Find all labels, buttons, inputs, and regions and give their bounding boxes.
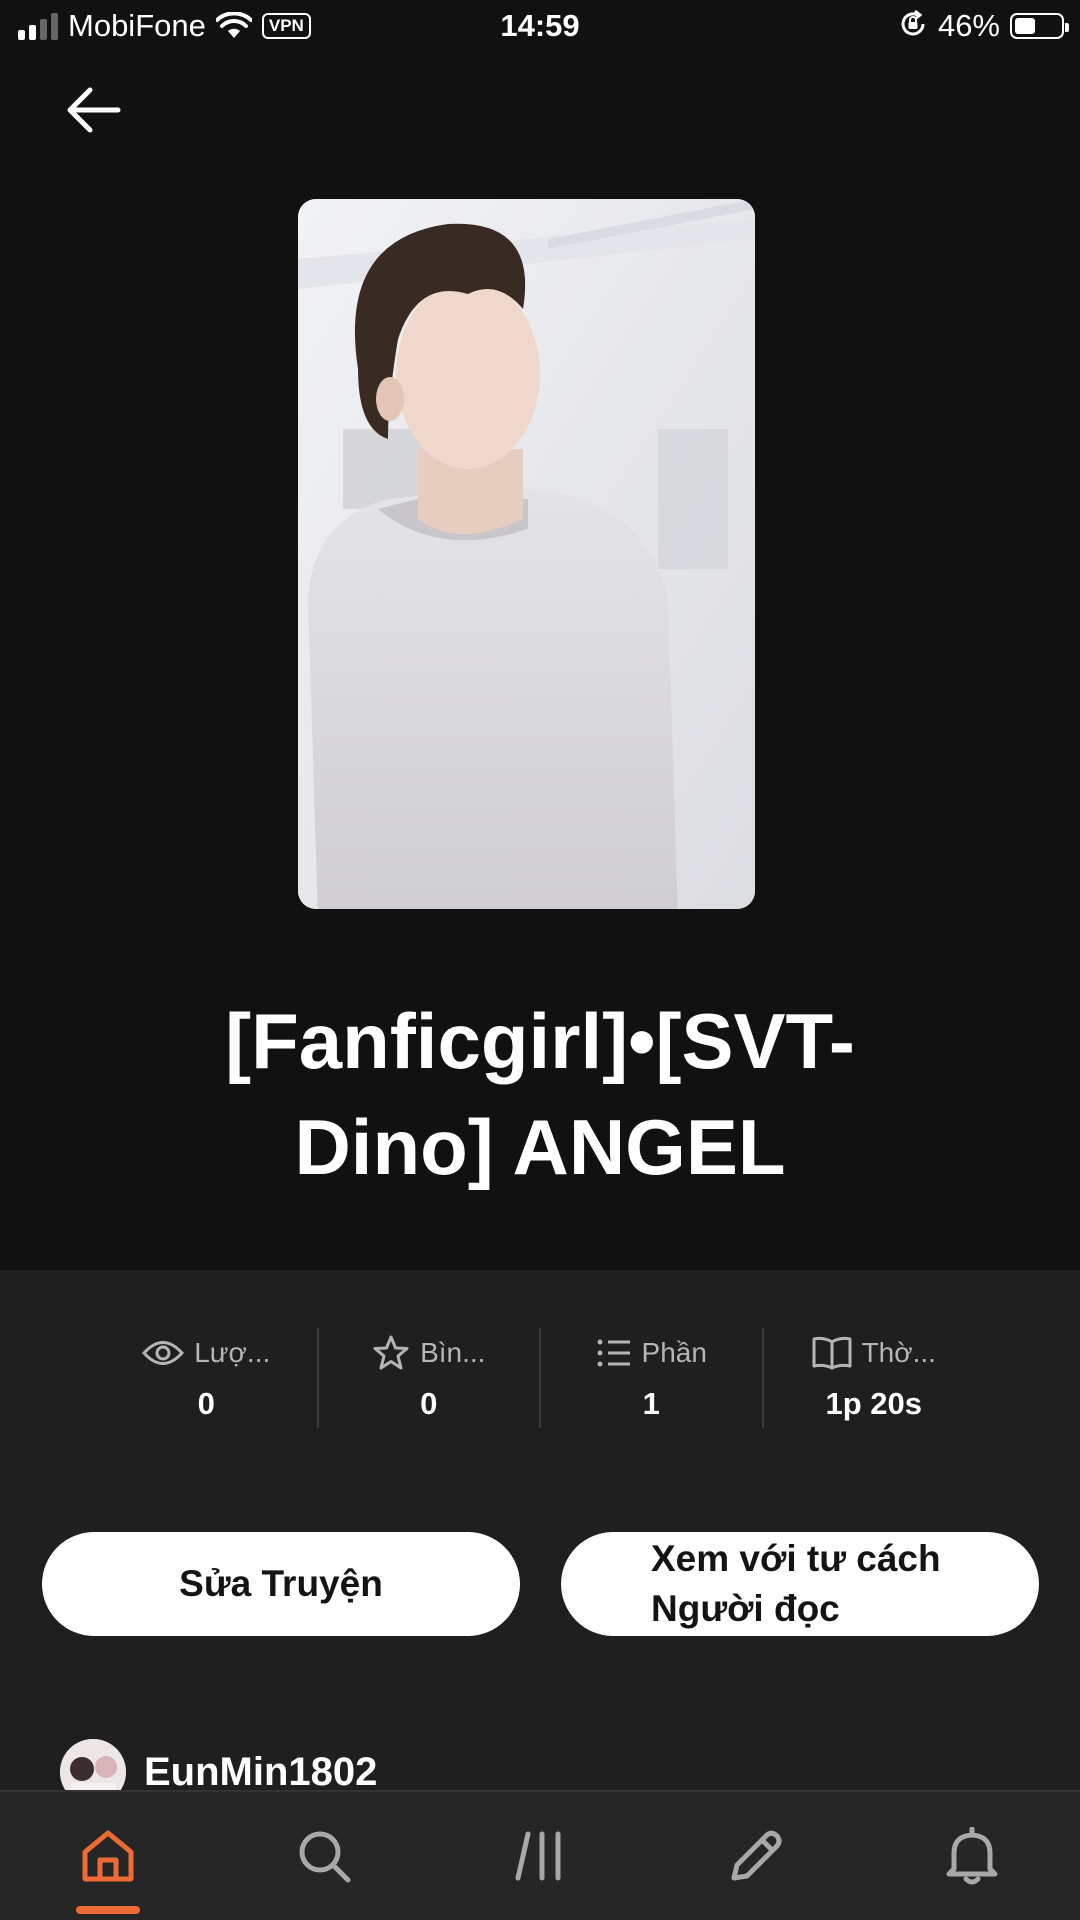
status-bar: MobiFone VPN 14:59 46% (0, 0, 1080, 54)
search-icon (299, 1831, 351, 1883)
status-right: 46% (898, 8, 1069, 44)
rotation-lock-icon (898, 9, 928, 44)
bottom-nav (0, 1790, 1080, 1920)
list-icon (597, 1339, 630, 1367)
active-tab-indicator (76, 1906, 140, 1914)
stat-parts: Phần 1 (541, 1328, 764, 1428)
back-button[interactable] (60, 80, 126, 140)
story-stats: Lượ... 0 Bìn... 0 Phần 1 Thờ... 1p 20s (96, 1328, 984, 1428)
battery-percent: 46% (937, 8, 1000, 43)
stat-value: 1p 20s (825, 1386, 922, 1421)
star-icon (373, 1335, 409, 1370)
nav-notifications[interactable] (864, 1792, 1080, 1920)
stat-value: 1 (642, 1386, 660, 1421)
stat-value: 0 (420, 1386, 438, 1421)
nav-write[interactable] (648, 1792, 864, 1920)
nav-home[interactable] (0, 1792, 216, 1920)
nav-library[interactable] (432, 1792, 648, 1920)
edit-story-button[interactable]: Sửa Truyện (42, 1532, 520, 1636)
stat-label: Thờ... (861, 1337, 936, 1368)
author-name[interactable]: EunMin1802 (144, 1750, 377, 1795)
book-icon (812, 1336, 852, 1370)
stat-reading-time: Thờ... 1p 20s (764, 1328, 985, 1428)
library-icon (515, 1831, 561, 1881)
battery-icon (1010, 13, 1069, 39)
story-cover-image[interactable] (298, 199, 755, 909)
view-as-reader-label-line2: Người đọc (651, 1588, 840, 1629)
write-icon (731, 1830, 782, 1881)
stat-label: Bìn... (420, 1337, 486, 1368)
bell-icon (946, 1827, 998, 1885)
arrow-left-icon (67, 87, 121, 133)
view-as-reader-button[interactable]: Xem với tư cách Người đọc (561, 1532, 1039, 1636)
battery-level (1015, 18, 1036, 34)
stat-label: Phần (641, 1337, 707, 1368)
stat-votes: Bìn... 0 (319, 1328, 541, 1428)
stat-value: 0 (197, 1386, 215, 1421)
home-icon (82, 1830, 134, 1882)
stat-label: Lượ... (194, 1337, 271, 1368)
view-as-reader-label-line1: Xem với tư cách (651, 1538, 941, 1579)
nav-search[interactable] (216, 1792, 432, 1920)
stat-reads: Lượ... 0 (96, 1328, 319, 1428)
eye-icon (142, 1341, 185, 1365)
edit-story-label: Sửa Truyện (179, 1563, 383, 1604)
story-title: [Fanficgirl]•[SVT-Dino] ANGEL (225, 997, 855, 1191)
